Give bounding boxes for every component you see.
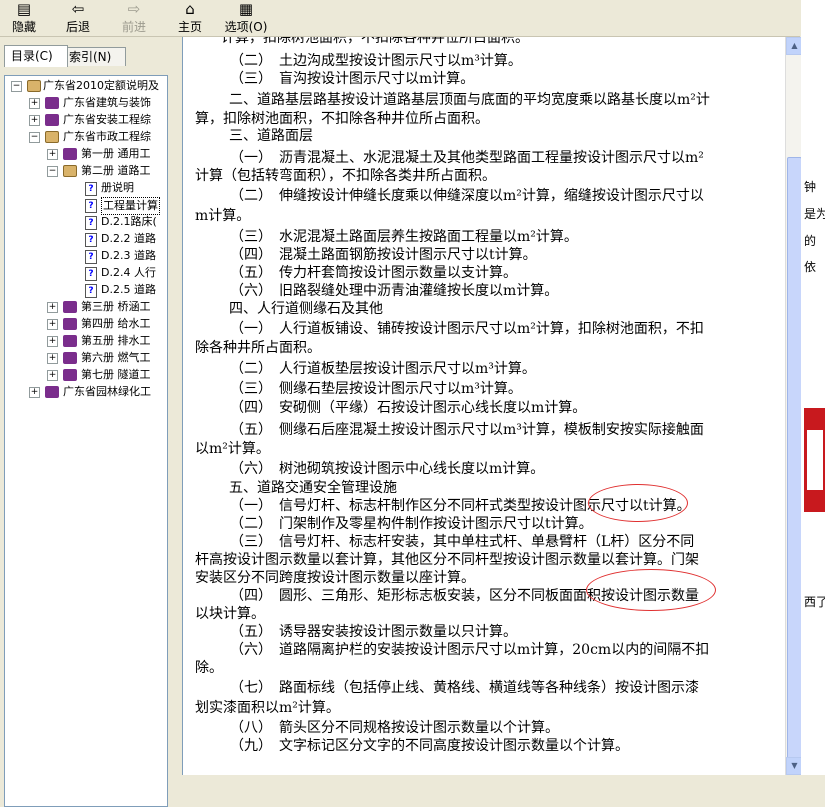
tab-index[interactable]: 索引(N) [62, 47, 126, 66]
content-line: （一） 沥青混凝土、水泥混凝土及其他类型路面工程量按设计图示尺寸以m² [230, 150, 704, 166]
content-line: （六） 道路隔离护栏的安装按设计图示尺寸以m计算，20cm以内的间隔不扣 [230, 642, 710, 658]
content-line: （五） 诱导器安装按设计图示数量以只计算。 [230, 624, 517, 640]
content-line: （五） 传力杆套筒按设计图示数量以支计算。 [230, 265, 517, 281]
help-page-icon: ? [85, 233, 97, 247]
expand-icon[interactable]: + [29, 98, 40, 109]
content-line: 以m²计算。 [195, 441, 270, 457]
expand-icon[interactable]: + [29, 115, 40, 126]
content-line: 四、人行道侧缘石及其他 [229, 301, 383, 317]
content-line: （九） 文字标记区分文字的不同高度按设计图示数量以个计算。 [230, 738, 629, 754]
content-line: （七） 路面标线（包括停止线、黄格线、横道线等各种线条）按设计图示漆 [230, 680, 699, 696]
content-line: 计算（包括转弯面积），不扣除各类井所占面积。 [195, 168, 496, 184]
content-line: （三） 侧缘石垫层按设计图示尺寸以m³计算。 [230, 381, 522, 397]
book-open-icon [45, 131, 59, 143]
collapse-icon[interactable]: − [11, 81, 22, 92]
forward-button[interactable]: ⇨ 前进 [114, 1, 154, 35]
forward-label: 前进 [121, 20, 146, 34]
vertical-scrollbar[interactable]: ▲ ▼ [785, 37, 803, 775]
content-line: 杆高按设计图示数量以套计算，其他区分不同杆型按设计图示数量以套计算。门架 [195, 552, 699, 568]
help-page-icon: ? [85, 267, 97, 281]
tab-contents[interactable]: 目录(C) [4, 45, 68, 67]
content-line: 除各种井所占面积。 [195, 340, 321, 356]
book-icon [63, 301, 77, 313]
content-line: （六） 旧路裂缝处理中沥青油灌缝按长度以m计算。 [230, 283, 559, 299]
book-icon [63, 369, 77, 381]
back-label: 后退 [65, 20, 90, 34]
content-line: 除。 [195, 660, 223, 676]
content-line: （二） 人行道板垫层按设计图示尺寸以m³计算。 [230, 361, 536, 377]
expand-icon[interactable]: + [47, 149, 58, 160]
home-button[interactable]: ⌂ 主页 [170, 1, 210, 35]
expand-icon[interactable]: + [29, 387, 40, 398]
options-button[interactable]: ▦ 选项(O) [222, 1, 270, 35]
navigation-pane: 目录(C) 索引(N) − 广东省2010定额说明及 + 广东省建筑与装饰 + … [0, 37, 180, 807]
book-open-icon [63, 165, 77, 177]
book-icon [63, 148, 77, 160]
content-line: （五） 侧缘石后座混凝土按设计图示尺寸以m³计算，模板制安按实际接触面 [230, 422, 704, 438]
content-line: （二） 伸缝按设计伸缝长度乘以伸缝深度以m²计算，缩缝按设计图示尺寸以 [230, 188, 704, 204]
expand-icon[interactable]: + [47, 336, 58, 347]
content-line: （二） 门架制作及零星构件制作按设计图示尺寸以t计算。 [230, 516, 593, 532]
content-line: 五、道路交通安全管理设施 [229, 480, 397, 496]
content-line: 安装区分不同跨度按设计图示数量以座计算。 [195, 570, 475, 586]
content-line: （三） 信号灯杆、标志杆安装，其中单柱式杆、单悬臂杆（L杆）区分不同 [230, 534, 695, 550]
red-annotation-circle [586, 569, 716, 611]
content-line: 以块计算。 [195, 606, 265, 622]
content-line: （四） 混凝土路面钢筋按设计图示尺寸以t计算。 [230, 247, 537, 263]
hide-label: 隐藏 [11, 20, 36, 34]
home-label: 主页 [177, 20, 202, 34]
expand-icon[interactable]: + [47, 353, 58, 364]
book-icon [45, 386, 59, 398]
collapse-icon[interactable]: − [29, 132, 40, 143]
content-line: （三） 水泥混凝土路面层养生按路面工程量以m²计算。 [230, 229, 578, 245]
options-label: 选项(O) [224, 20, 268, 34]
red-annotation-circle [588, 484, 688, 522]
content-line: m计算。 [195, 208, 251, 224]
book-icon [45, 97, 59, 109]
expand-icon[interactable]: + [47, 319, 58, 330]
arrow-right-icon: ⇨ [127, 0, 141, 18]
toolbar: ▤ 隐藏 ⇦ 后退 ⇨ 前进 ⌂ 主页 ▦ 选项(O) [0, 0, 800, 37]
book-icon [63, 352, 77, 364]
book-open-icon [27, 80, 41, 92]
arrow-left-icon: ⇦ [71, 0, 85, 18]
content-line: 计算，扣除树池面积，不扣除各种井位所占面积。 [221, 37, 529, 46]
home-icon: ⌂ [185, 0, 195, 18]
options-icon: ▦ [238, 0, 254, 18]
scroll-thumb[interactable] [787, 157, 802, 759]
help-page-icon: ? [85, 216, 97, 230]
expand-icon[interactable]: + [47, 370, 58, 381]
content-line: （一） 人行道板铺设、铺砖按设计图示尺寸以m²计算，扣除树池面积，不扣 [230, 321, 704, 337]
content-line: （四） 安砌侧（平缘）石按设计图示心线长度以m计算。 [230, 400, 587, 416]
help-page-icon: ? [85, 250, 97, 264]
content-line: （三） 盲沟按设计图示尺寸以m计算。 [230, 71, 475, 87]
content-pane: 计算，扣除树池面积，不扣除各种井位所占面积。 （二） 土边沟成型按设计图示尺寸以… [182, 37, 786, 775]
help-page-icon: ? [85, 199, 97, 213]
qr-code-icon [807, 430, 823, 490]
contents-tree: − 广东省2010定额说明及 + 广东省建筑与装饰 + 广东省安装工程综 − 广… [4, 75, 168, 807]
book-icon [63, 335, 77, 347]
content-line: 二、道路基层路基按设计道路基层顶面与底面的平均宽度乘以路基长度以m²计 [229, 92, 710, 108]
hide-button[interactable]: ▤ 隐藏 [4, 1, 44, 35]
back-button[interactable]: ⇦ 后退 [58, 1, 98, 35]
content-line: （二） 土边沟成型按设计图示尺寸以m³计算。 [230, 53, 522, 69]
content-line: （六） 树池砌筑按设计图示中心线长度以m计算。 [230, 461, 545, 477]
content-line: 三、道路面层 [229, 128, 313, 144]
content-line: 划实漆面积以m²计算。 [195, 700, 340, 716]
book-icon [45, 114, 59, 126]
help-page-icon: ? [85, 284, 97, 298]
book-icon [63, 318, 77, 330]
collapse-icon[interactable]: − [47, 166, 58, 177]
background-window: 钟 是为 的 依 西了 [801, 0, 825, 775]
expand-icon[interactable]: + [47, 302, 58, 313]
hide-pane-icon: ▤ [16, 0, 32, 18]
help-page-icon: ? [85, 182, 97, 196]
content-line: （八） 箭头区分不同规格按设计图示数量以个计算。 [230, 720, 559, 736]
